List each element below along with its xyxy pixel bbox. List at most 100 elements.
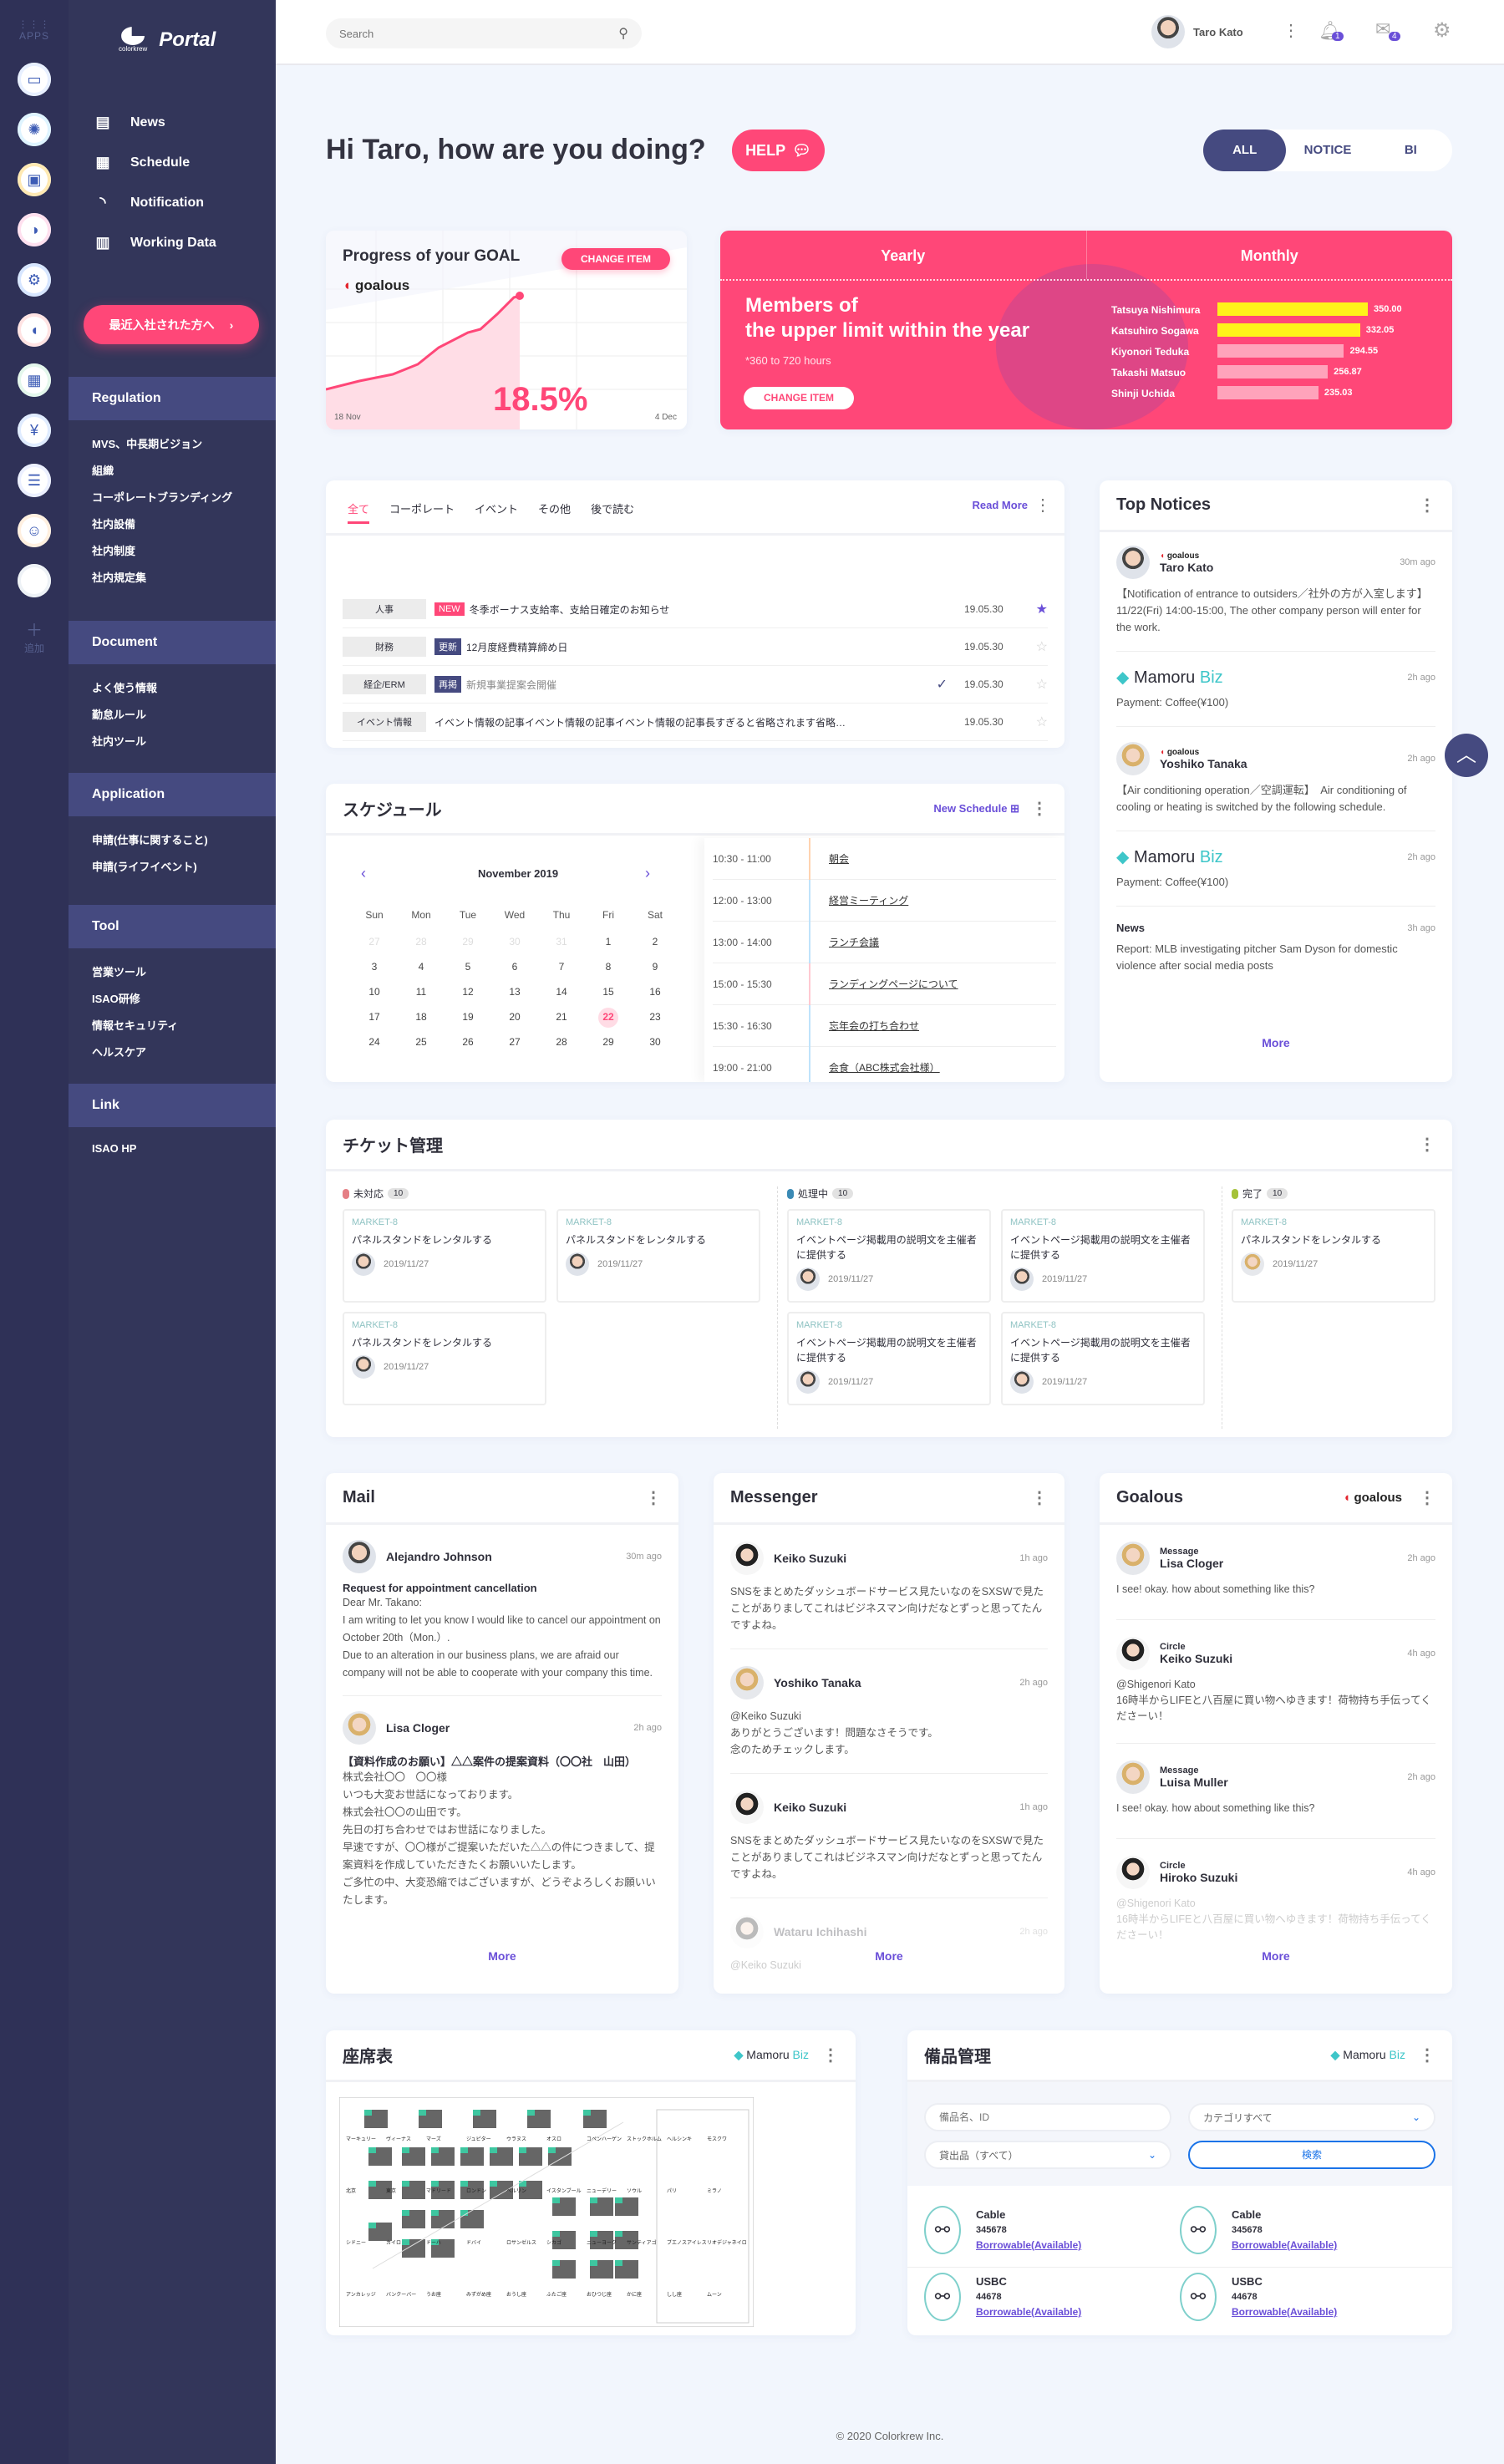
filter-all[interactable]: ALL [1203,130,1287,171]
ticket-card-item[interactable]: MARKET-8 イベントページ掲載用の説明文を主催者に提供する 2019/11/… [1001,1209,1205,1303]
user-avatar[interactable] [1151,15,1185,48]
calendar-day[interactable]: 25 [398,1033,445,1051]
schedule-event[interactable]: 12:00 - 13:00 経営ミーティング [713,879,1056,922]
goalous-item[interactable]: Circle Keiko Suzuki 4h ago @Shigenori Kato… [1116,1620,1435,1744]
news-row[interactable]: 経企/ERM 再掲 新規事業提案会開催 ✓ 19.05.30 ☆ [343,666,1048,704]
chart-app-icon[interactable]: ◑ [18,213,51,246]
schedule-event[interactable]: 15:00 - 15:30 ランディングページについて [713,963,1056,1005]
ranking-change-item-button[interactable]: CHANGE ITEM [744,387,854,409]
news-tab[interactable]: コーポレート [389,500,455,524]
section-link[interactable]: Link [69,1084,276,1127]
category-select[interactable]: カテゴリすべて ⌄ [1188,2103,1435,2131]
nav-news[interactable]: ▤ News [92,114,165,131]
equipment-name-input[interactable] [924,2103,1171,2131]
news-row[interactable]: 財務 更新 12月度経費精算締め日 19.05.30 ☆ [343,628,1048,666]
calendar-day[interactable]: 16 [632,983,678,1001]
checklist-app-icon[interactable]: ☰ [18,464,51,497]
search-input[interactable] [339,27,486,40]
news-tab[interactable]: その他 [538,500,571,524]
sidebar-link[interactable]: MVS、中長期ビジョン [92,435,202,451]
news-tab[interactable]: イベント [475,500,518,524]
calendar-day[interactable]: 20 [491,1008,538,1026]
ticket-card-item[interactable]: MARKET-8 イベントページ掲載用の説明文を主催者に提供する 2019/11/… [1001,1312,1205,1405]
sidebar-link[interactable]: 営業ツール [92,963,146,979]
calendar-day[interactable]: 3 [351,958,398,976]
calendar-day[interactable]: 30 [632,1033,678,1051]
map-app-icon[interactable]: ▦ [18,363,51,397]
messenger-menu-icon[interactable]: ⋮ [1031,1490,1048,1506]
calendar-day[interactable]: 12 [445,983,491,1001]
code-app-icon[interactable] [18,564,51,597]
calendar-day[interactable]: 4 [398,958,445,976]
settings-gear-icon[interactable]: ⚙ [1433,18,1451,43]
calendar-day[interactable]: 24 [351,1033,398,1051]
notice-item[interactable]: ◖ goalous Taro Kato 30m ago 【Notification o… [1116,532,1435,652]
bell-icon[interactable]: 🔔︎ 1 [1319,20,1344,42]
sidebar-link[interactable]: 社内規定集 [92,569,146,585]
user-menu-icon[interactable]: ⋮ [1283,23,1299,39]
tab-yearly[interactable]: Yearly [720,231,1087,279]
briefcase-app-icon[interactable]: ▣ [18,163,51,196]
brand-logo[interactable]: colorkrew Portal [119,27,216,53]
calendar-day[interactable]: 19 [445,1008,491,1026]
message-item[interactable]: Keiko Suzuki 1h ago SNSをまとめたダッシュボードサービス見た… [730,1525,1048,1649]
calendar-day[interactable]: 29 [445,932,491,951]
goal-change-item-button[interactable]: CHANGE ITEM [561,248,670,270]
section-regulation[interactable]: Regulation [69,377,276,420]
notice-item[interactable]: ◆ Mamoru Biz 2h ago Payment: Coffee(¥100) [1116,831,1435,907]
goalous-app-icon[interactable]: ◖ [18,313,51,347]
sidebar-link[interactable]: 組織 [92,462,114,478]
notice-item[interactable]: ◆ Mamoru Biz 2h ago Payment: Coffee(¥100) [1116,652,1435,727]
mail-icon[interactable]: ✉ 4 [1375,18,1400,41]
goalous-menu-icon[interactable]: ⋮ [1419,1490,1435,1506]
news-row[interactable]: その他 会議室Aにて忘れ物のお知らせ 19.05.30 ★ [343,741,1048,748]
ticket-card-item[interactable]: MARKET-8 パネルスタンドをレンタルする 2019/11/27 [1232,1209,1435,1303]
goalous-item[interactable]: Message Luisa Muller 2h ago I see! okay. h… [1116,1744,1435,1839]
mail-menu-icon[interactable]: ⋮ [645,1490,662,1506]
team-app-icon[interactable]: ☺ [18,514,51,547]
ticket-menu-icon[interactable]: ⋮ [1419,1136,1435,1153]
filter-bi[interactable]: BI [1369,130,1452,171]
calendar-day[interactable]: 2 [632,932,678,951]
mail-item[interactable]: Lisa Cloger 2h ago 【資料作成のお願い】△△案件の提案資料（〇〇… [343,1696,662,1923]
sidebar-link[interactable]: 社内ツール [92,733,146,749]
sidebar-link[interactable]: ヘルスケア [92,1044,146,1059]
notices-more-link[interactable]: More [1100,1036,1452,1049]
network-app-icon[interactable]: ✺ [18,113,51,146]
equipment-item[interactable]: ⚯ Cable 345678 Borrowable(Available) [924,2206,1081,2254]
calendar-day[interactable]: 11 [398,983,445,1001]
sidebar-link[interactable]: よく使う情報 [92,679,157,695]
mail-item[interactable]: Alejandro Johnson 30m ago Request for app… [343,1525,662,1696]
seat-map-menu-icon[interactable]: ⋮ [822,2047,839,2064]
add-app-button[interactable]: ＋追加 [0,617,69,655]
messenger-more-link[interactable]: More [714,1949,1064,1963]
calendar-day[interactable]: 31 [538,932,585,951]
ticket-card-item[interactable]: MARKET-8 イベントページ掲載用の説明文を主催者に提供する 2019/11/… [787,1209,991,1303]
calendar-day[interactable]: 15 [585,983,632,1001]
sidebar-link[interactable]: ISAO HP [92,1142,136,1155]
notices-menu-icon[interactable]: ⋮ [1419,497,1435,514]
sidebar-link[interactable]: 勤怠ルール [92,706,146,722]
nav-working-data[interactable]: ▥ Working Data [92,234,216,251]
help-button[interactable]: HELP 💬︎ [732,130,825,171]
calendar-day[interactable]: 30 [491,932,538,951]
sidebar-link[interactable]: 申請(仕事に関すること) [92,831,208,847]
section-application[interactable]: Application [69,773,276,816]
sidebar-link[interactable]: ISAO研修 [92,990,140,1006]
calendar-next-button[interactable]: › [645,865,650,882]
equipment-item[interactable]: ⚯ USBC 44678 Borrowable(Available) [1180,2273,1337,2321]
star-icon[interactable]: ☆ [1014,676,1048,693]
star-icon[interactable]: ★ [1014,601,1048,617]
goalous-item[interactable]: Circle Hiroko Suzuki 4h ago @Shigenori Kat… [1116,1839,1435,1962]
calendar-day[interactable]: 7 [538,958,585,976]
calendar-day[interactable]: 5 [445,958,491,976]
search-box[interactable]: ⚲ [326,18,642,48]
nav-notification[interactable]: ◝ Notification [92,194,205,211]
calendar-day[interactable]: 17 [351,1008,398,1026]
sidebar-link[interactable]: コーポレートブランディング [92,489,232,505]
ticket-card-item[interactable]: MARKET-8 パネルスタンドをレンタルする 2019/11/27 [556,1209,760,1303]
ticket-card-item[interactable]: MARKET-8 パネルスタンドをレンタルする 2019/11/27 [343,1312,546,1405]
lending-select[interactable]: 貸出品（すべて） ⌄ [924,2141,1171,2169]
calendar-day[interactable]: 23 [632,1008,678,1026]
calendar-day[interactable]: 22 [585,1008,632,1028]
